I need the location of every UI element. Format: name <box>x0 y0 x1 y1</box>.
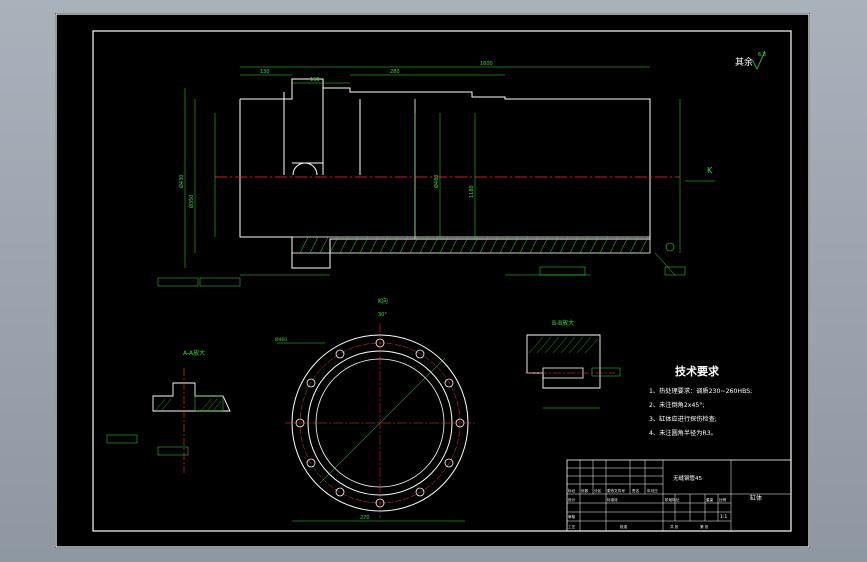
tb-label-standard: 标准化 <box>607 497 618 502</box>
tb-header-4: 签名 <box>632 488 640 493</box>
tb-label-sheet-no: 第 张 <box>700 524 709 529</box>
k-view-marker: K <box>707 166 713 175</box>
tb-part-name: 缸体 <box>750 494 762 502</box>
tb-label-weight: 重量 <box>706 497 714 502</box>
view-k-label: K向 <box>378 297 388 305</box>
view-k-flange: K向 Ø460 270 30° <box>275 297 475 522</box>
surface-finish-note: 其余 <box>735 56 753 68</box>
title-block: 无缝钢管45 缸体 1:1 标记 处数 分区 更改文件号 签名 年月日 设计 标… <box>566 459 792 532</box>
dim-total-length: 1600 <box>480 61 493 67</box>
tb-label-design: 设计 <box>568 497 576 502</box>
tb-label-process: 工艺 <box>568 524 576 529</box>
drawing-canvas: 其余 6.3 1600 130 280 160 Ø430 Ø350 Ø480 1… <box>55 13 810 548</box>
outer-border <box>55 13 810 548</box>
detail-b-label: B-B放大 <box>552 319 574 327</box>
dim-flange-length: 160 <box>310 77 320 83</box>
dim-flange-dia: Ø480 <box>433 175 440 188</box>
tb-label-scale: 比例 <box>719 497 727 502</box>
dim-section-a: 130 <box>260 69 270 75</box>
roughness-symbol: 6.3 <box>752 50 766 70</box>
tb-material: 无缝钢管45 <box>673 474 702 482</box>
dim-bore-length: 1180 <box>469 185 475 198</box>
tb-scale: 1:1 <box>720 514 727 520</box>
dim-section-b: 280 <box>390 69 400 75</box>
tb-label-review: 审核 <box>568 514 576 519</box>
tb-header-0: 标记 <box>568 488 576 493</box>
detail-b-b: B-B放大 <box>525 319 621 409</box>
dim-angle: 30° <box>378 312 387 318</box>
tech-req-item-2: 2、未注倒角2x45°; <box>649 401 705 409</box>
dim-bolt-circle: Ø460 <box>275 336 287 343</box>
tb-header-3: 更改文件号 <box>607 488 625 493</box>
inner-frame <box>92 30 792 532</box>
tech-req-item-4: 4、未注圆角半径为R3。 <box>649 429 717 437</box>
dim-bore-dia: Ø350 <box>188 195 195 208</box>
surface-finish-value: 6.3 <box>758 52 766 58</box>
tb-header-5: 年月日 <box>647 488 658 493</box>
dim-view-k-width: 270 <box>360 515 370 521</box>
detail-a-label: A-A放大 <box>183 349 205 357</box>
tech-req-title: 技术要求 <box>675 364 720 378</box>
cad-drawing: 其余 6.3 1600 130 280 160 Ø430 Ø350 Ø480 1… <box>55 13 810 548</box>
tech-requirements: 技术要求 1、热处理要求：调质230~260HBS; 2、未注倒角2x45°; … <box>649 364 752 437</box>
tech-req-item-1: 1、热处理要求：调质230~260HBS; <box>649 387 752 395</box>
tech-req-item-3: 3、缸体应进行探伤检查; <box>649 415 717 423</box>
detail-a-a: A-A放大 <box>106 349 231 473</box>
tb-label-total-sheets: 共 张 <box>670 524 679 529</box>
tb-header-2: 分区 <box>594 488 602 493</box>
tb-header-1: 处数 <box>581 488 589 493</box>
drawing-sheet: 其余 6.3 1600 130 280 160 Ø430 Ø350 Ø480 1… <box>0 0 867 562</box>
main-section-view: 1600 130 280 160 Ø430 Ø350 Ø480 1180 K <box>157 61 715 287</box>
tb-label-stage: 阶段标记 <box>665 497 680 502</box>
tb-label-approve: 批准 <box>620 524 628 529</box>
dim-outer-dia: Ø430 <box>178 175 185 188</box>
